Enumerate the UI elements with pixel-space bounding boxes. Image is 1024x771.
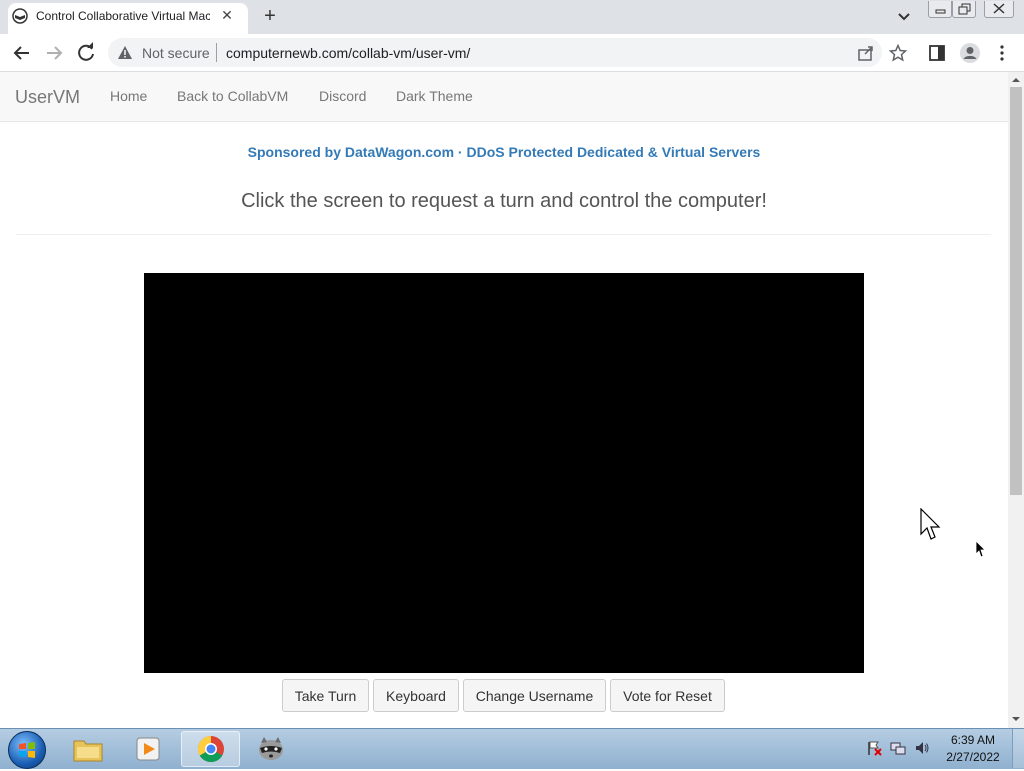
windows-logo-icon <box>19 742 35 758</box>
nav-link-discord[interactable]: Discord <box>319 88 366 104</box>
page-lead-text: Click the screen to request a turn and c… <box>241 190 767 212</box>
close-window-button[interactable] <box>984 1 1014 18</box>
bookmark-star-icon[interactable] <box>889 44 907 62</box>
show-desktop-button[interactable] <box>1012 729 1024 768</box>
taskbar-chrome[interactable] <box>181 731 240 767</box>
scroll-up-icon[interactable] <box>1008 74 1024 86</box>
raccoon-favicon-icon <box>12 8 28 24</box>
cursor-arrow-icon <box>920 508 941 540</box>
close-tab-icon[interactable]: ✕ <box>218 6 236 24</box>
nav-link-dark-theme[interactable]: Dark Theme <box>396 88 473 104</box>
minimize-icon <box>935 9 946 14</box>
folder-icon <box>73 740 103 762</box>
action-center-flag-icon[interactable] <box>866 740 882 756</box>
not-secure-label[interactable]: Not secure <box>142 45 210 61</box>
more-options-icon[interactable] <box>994 44 1010 62</box>
side-panel-icon[interactable] <box>928 44 946 62</box>
raccoon-icon <box>259 737 283 760</box>
site-brand[interactable]: UserVM <box>15 87 80 108</box>
scrollbar-thumb[interactable] <box>1010 87 1022 495</box>
start-button[interactable] <box>8 731 46 769</box>
chevron-down-icon[interactable] <box>894 8 914 26</box>
vote-for-reset-button[interactable]: Vote for Reset <box>610 679 725 712</box>
clock-time[interactable]: 6:39 AM <box>946 733 1000 747</box>
take-turn-button[interactable]: Take Turn <box>282 679 369 712</box>
keyboard-button[interactable]: Keyboard <box>373 679 459 712</box>
minimize-button[interactable] <box>928 1 952 18</box>
taskbar-media-player[interactable] <box>120 731 176 767</box>
profile-avatar-icon[interactable] <box>959 42 981 64</box>
clock-date[interactable]: 2/27/2022 <box>944 750 1002 764</box>
sponsor-link[interactable]: Sponsored by DataWagon.com · DDoS Protec… <box>0 144 1008 160</box>
new-tab-button[interactable]: + <box>258 5 282 29</box>
nav-link-back-to-collabvm[interactable]: Back to CollabVM <box>177 88 288 104</box>
site-navbar <box>0 72 1008 122</box>
back-arrow-icon[interactable] <box>9 40 35 66</box>
scroll-down-icon[interactable] <box>1008 713 1024 725</box>
vm-screen[interactable] <box>144 273 864 673</box>
warning-icon[interactable] <box>117 45 133 60</box>
restore-icon <box>958 3 971 15</box>
forward-arrow-icon[interactable] <box>41 40 67 66</box>
cursor-arrow-icon <box>975 540 986 558</box>
network-icon[interactable] <box>890 740 906 756</box>
share-icon[interactable] <box>857 44 875 62</box>
taskbar-collabvm[interactable] <box>243 731 299 767</box>
divider <box>16 234 991 235</box>
nav-link-home[interactable]: Home <box>110 88 147 104</box>
tab-title: Control Collaborative Virtual Machine <box>36 9 210 23</box>
media-player-icon <box>136 737 160 761</box>
close-icon <box>993 3 1005 14</box>
omnibox-divider <box>216 43 217 62</box>
chrome-icon <box>197 735 224 763</box>
change-username-button[interactable]: Change Username <box>463 679 606 712</box>
url-text[interactable]: computernewb.com/collab-vm/user-vm/ <box>226 45 470 61</box>
volume-icon[interactable] <box>914 740 930 756</box>
address-bar[interactable] <box>108 38 882 67</box>
reload-icon[interactable] <box>73 40 99 66</box>
taskbar-explorer[interactable] <box>60 731 116 767</box>
restore-button[interactable] <box>952 1 976 18</box>
